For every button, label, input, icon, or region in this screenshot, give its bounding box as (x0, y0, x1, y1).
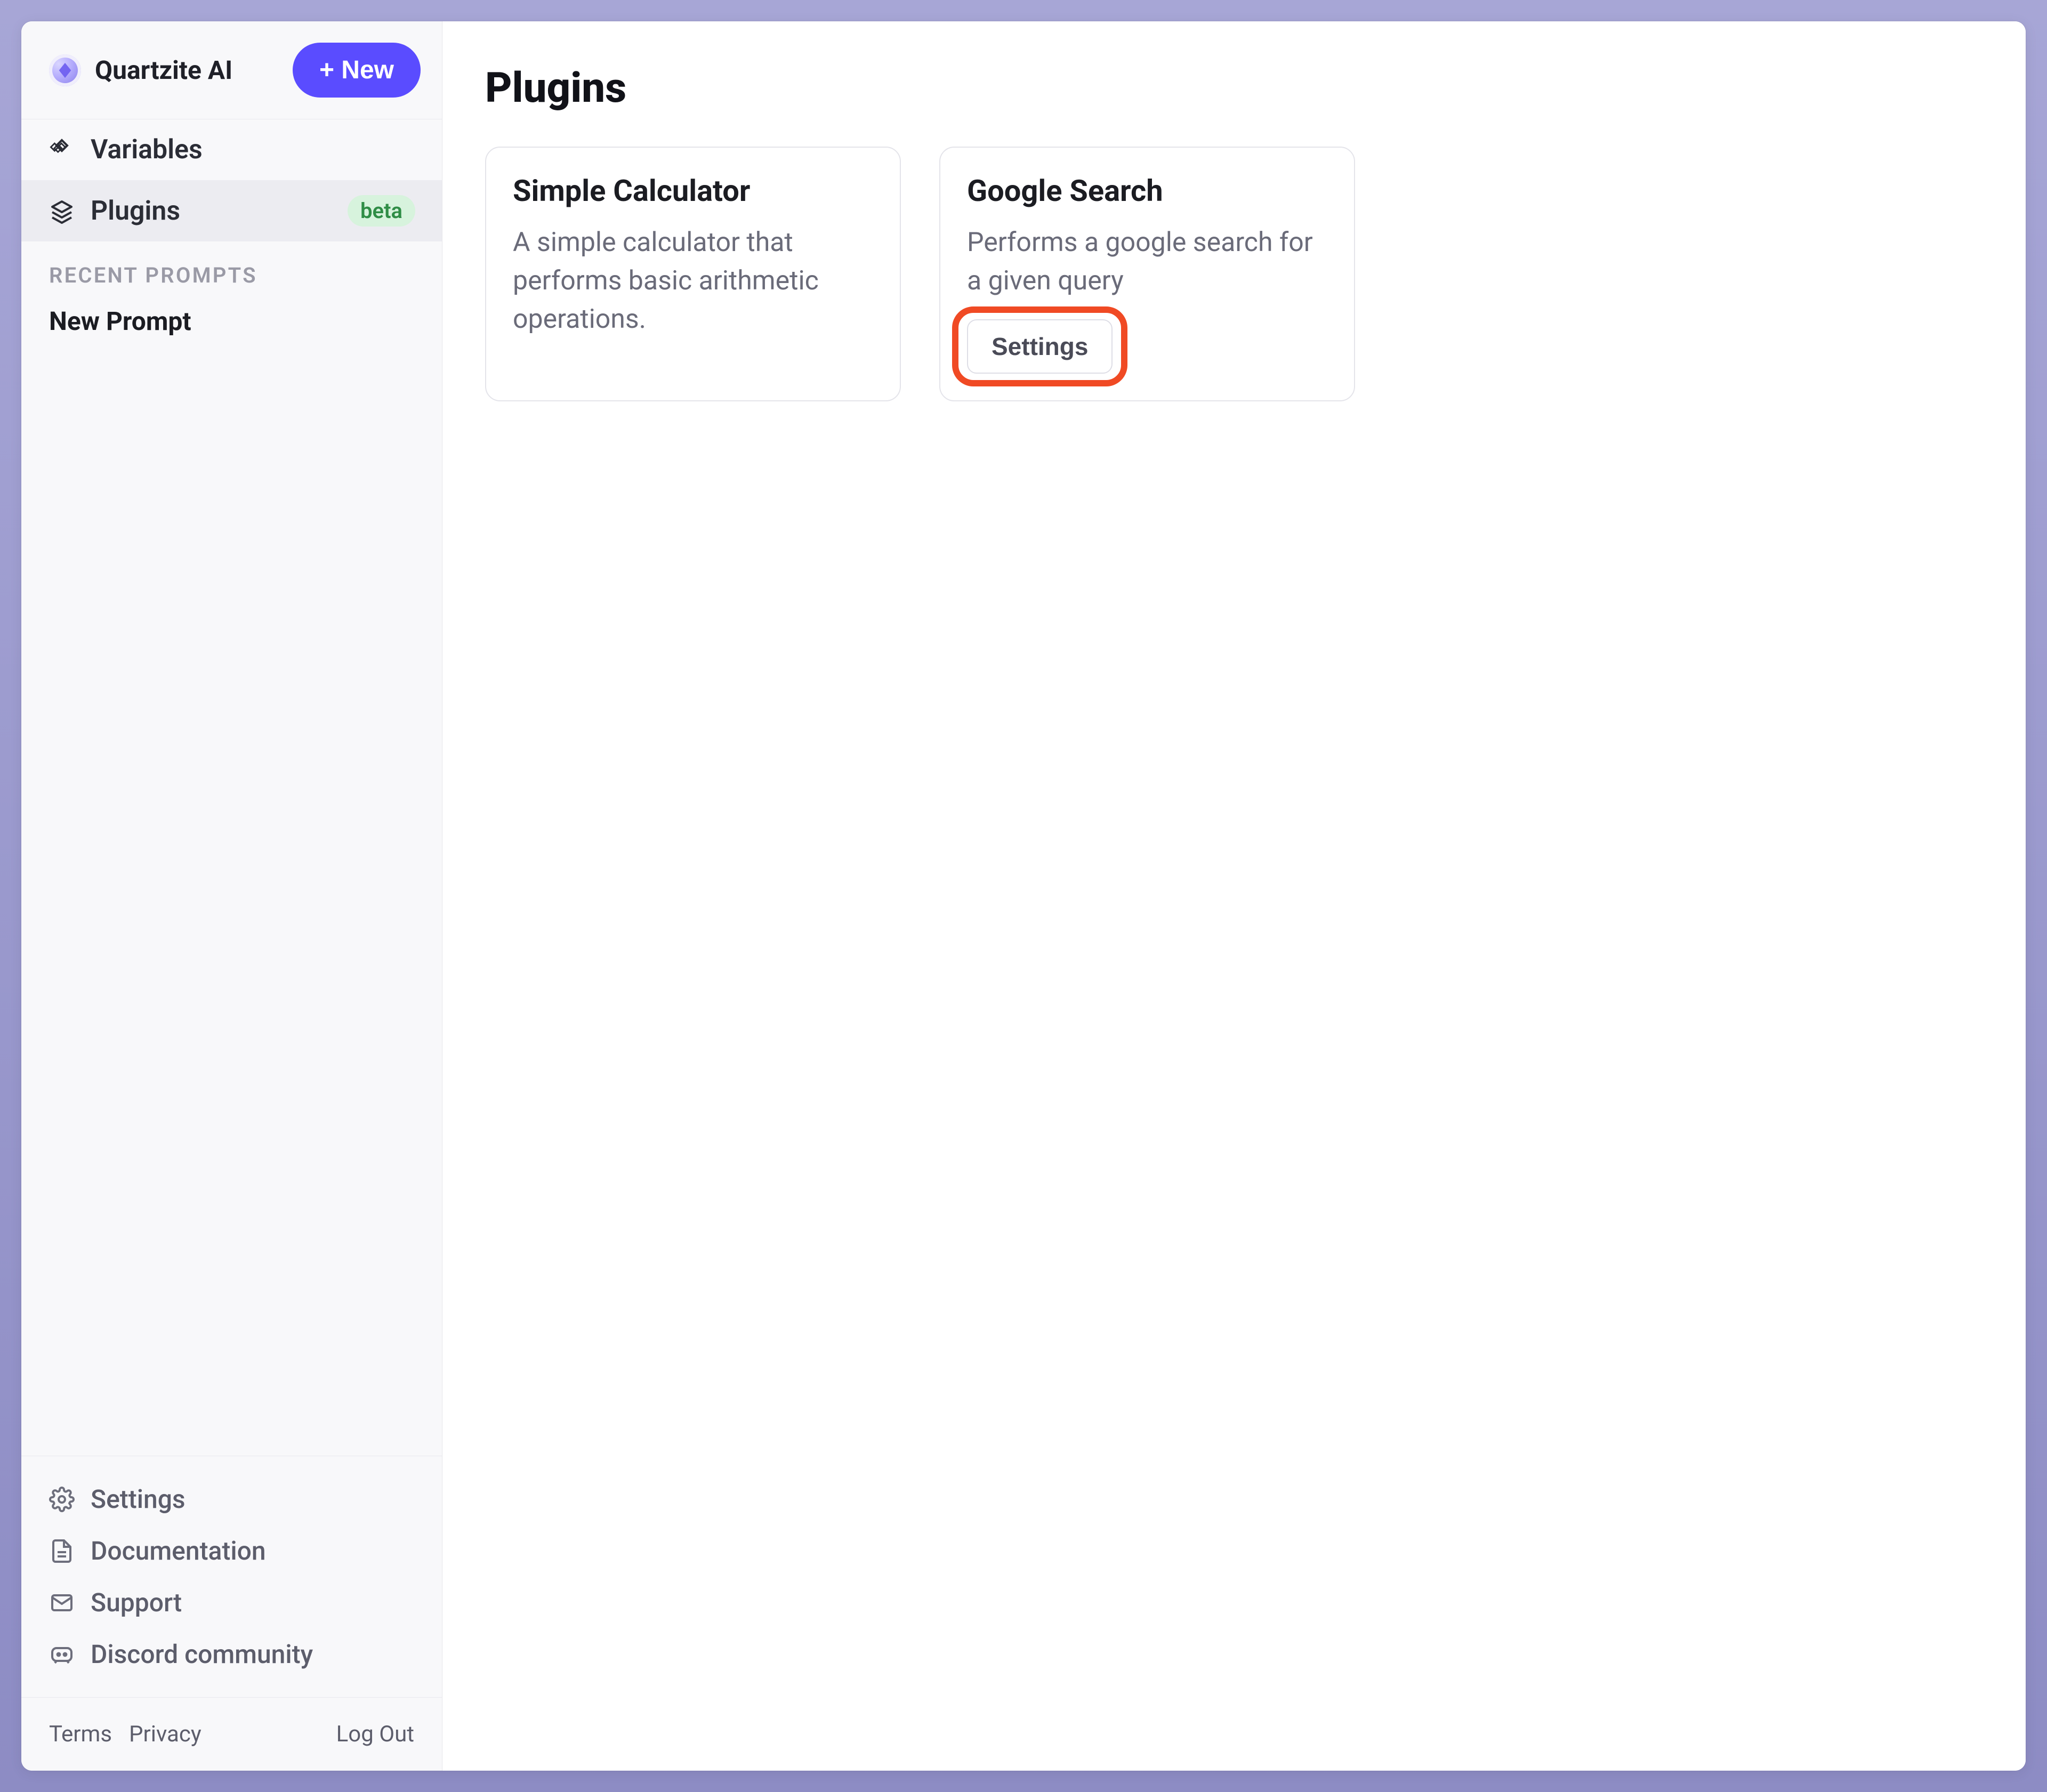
gear-icon (49, 1487, 75, 1512)
mail-icon (49, 1590, 75, 1616)
sidebar-header: Quartzite AI + New (21, 21, 442, 119)
plugin-card-title: Google Search (967, 173, 1327, 208)
plugin-card-grid: Simple Calculator A simple calculator th… (485, 147, 1983, 401)
sidebar-footer: Terms Privacy Log Out (21, 1697, 442, 1771)
sidebar-item-support[interactable]: Support (21, 1577, 442, 1628)
sidebar-item-variables[interactable]: Variables (21, 119, 442, 180)
plugin-card-title: Simple Calculator (513, 173, 873, 208)
sidebar-spacer (21, 344, 442, 1456)
plugin-card-description: A simple calculator that performs basic … (513, 223, 873, 338)
logout-link[interactable]: Log Out (336, 1721, 414, 1747)
brand-name: Quartzite AI (95, 55, 232, 85)
sidebar-bottom: Settings Documentation Support Discord c… (21, 1456, 442, 1697)
sidebar-item-discord[interactable]: Discord community (21, 1628, 442, 1680)
plugin-settings-button[interactable]: Settings (967, 319, 1113, 374)
recent-prompt-item[interactable]: New Prompt (21, 298, 442, 344)
plugin-card-google-search[interactable]: Google Search Performs a google search f… (939, 147, 1355, 401)
brand-logo-icon (49, 54, 81, 86)
privacy-link[interactable]: Privacy (129, 1721, 202, 1747)
sidebar: Quartzite AI + New Variables (21, 21, 442, 1771)
sidebar-item-label: Discord community (91, 1639, 313, 1669)
sidebar-item-label: Settings (91, 1484, 186, 1514)
beta-badge: beta (348, 195, 415, 227)
page-title: Plugins (485, 64, 1983, 112)
sidebar-nav: Variables Plugins beta (21, 119, 442, 241)
sidebar-item-settings[interactable]: Settings (21, 1473, 442, 1525)
main-content: Plugins Simple Calculator A simple calcu… (442, 21, 2026, 1771)
sidebar-item-label: Plugins (91, 196, 332, 227)
grid-icon (49, 137, 75, 163)
plugin-card-description: Performs a google search for a given que… (967, 223, 1327, 300)
sidebar-item-label: Support (91, 1587, 182, 1618)
sidebar-item-plugins[interactable]: Plugins beta (21, 180, 442, 241)
plugin-card-simple-calculator[interactable]: Simple Calculator A simple calculator th… (485, 147, 901, 401)
recent-prompts-heading: RECENT PROMPTS (21, 241, 442, 298)
sidebar-item-label: Variables (91, 134, 415, 165)
sidebar-item-documentation[interactable]: Documentation (21, 1525, 442, 1577)
new-button[interactable]: + New (293, 43, 421, 98)
discord-icon (49, 1642, 75, 1667)
doc-icon (49, 1538, 75, 1564)
app-window: Quartzite AI + New Variables (21, 21, 2026, 1771)
sidebar-item-label: Documentation (91, 1536, 266, 1566)
brand[interactable]: Quartzite AI (49, 54, 232, 86)
layers-icon (49, 198, 75, 224)
terms-link[interactable]: Terms (49, 1721, 112, 1747)
